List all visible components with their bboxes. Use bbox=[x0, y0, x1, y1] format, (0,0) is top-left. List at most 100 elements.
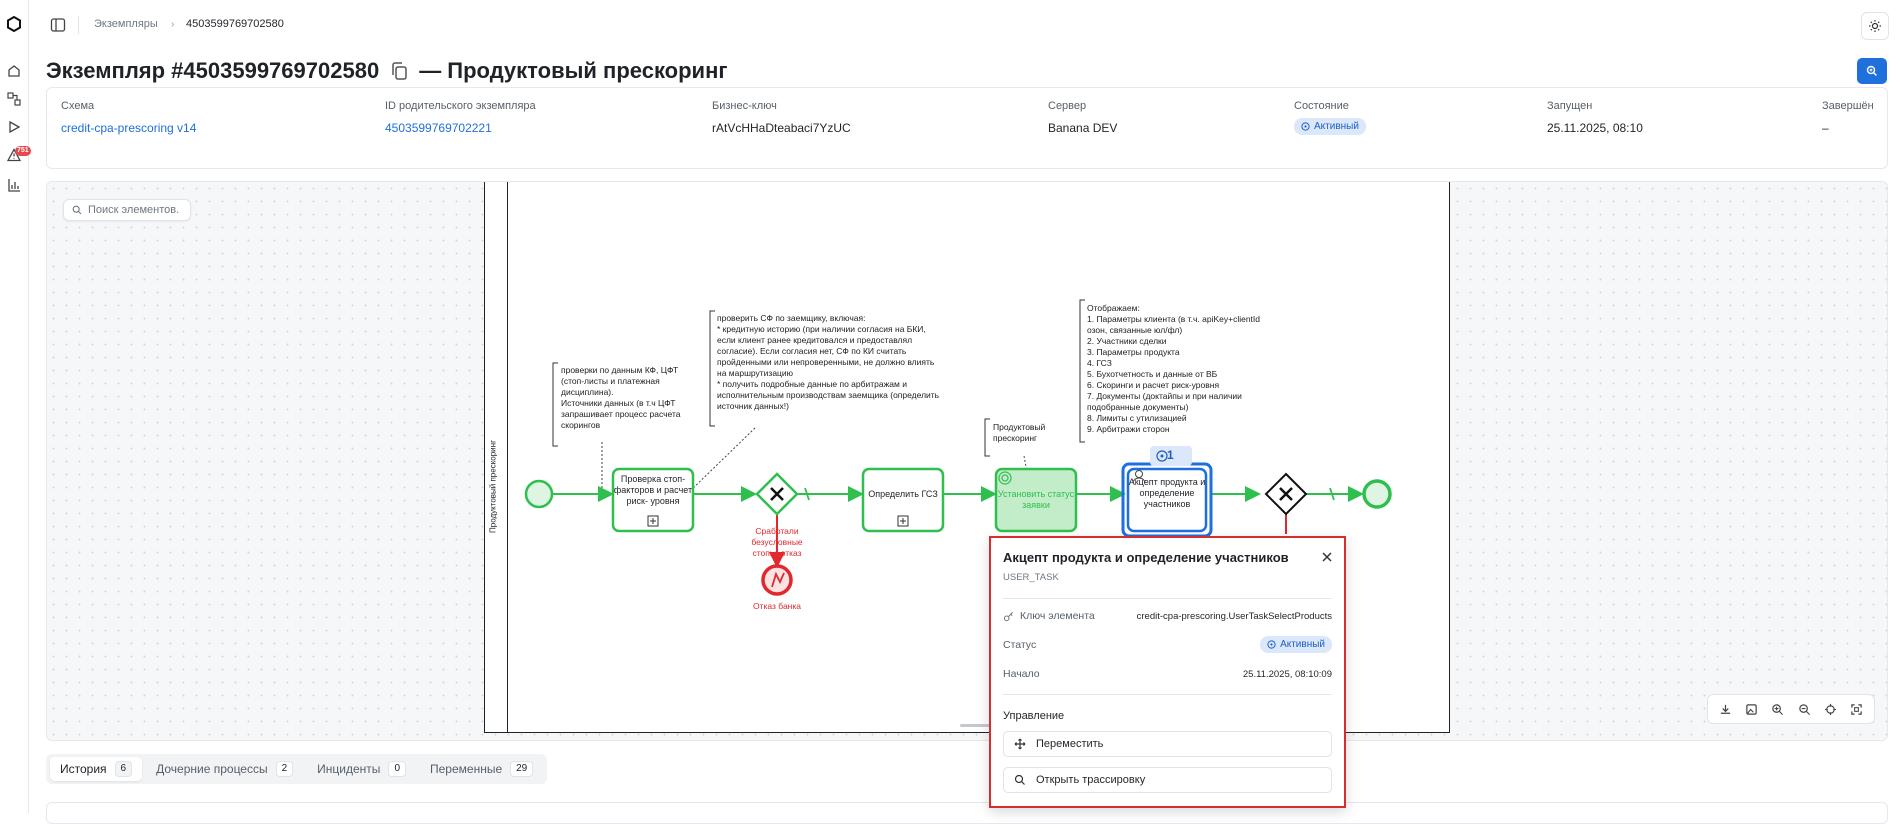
open-trace-button[interactable]: Открыть трассировку bbox=[1003, 767, 1332, 793]
info-business-key-value: rAtVcHHaDteabaci7YzUC bbox=[712, 121, 851, 135]
popup-status-text: Активный bbox=[1280, 639, 1325, 650]
bpmn-diagram bbox=[524, 299, 1392, 727]
theme-toggle-button[interactable] bbox=[1861, 12, 1889, 40]
trace-search-icon bbox=[1014, 774, 1025, 785]
bpmn-canvas[interactable]: Поиск элементов. Продуктовый прескоринг bbox=[46, 181, 1888, 741]
play-icon[interactable] bbox=[5, 118, 23, 136]
tab-variables[interactable]: Переменные 29 bbox=[420, 757, 543, 781]
active-status-icon bbox=[1301, 122, 1310, 131]
image-export-icon[interactable] bbox=[1742, 700, 1760, 718]
info-started-label: Запущен bbox=[1547, 100, 1593, 112]
active-status-icon bbox=[1267, 640, 1276, 649]
info-state-label: Состояние bbox=[1294, 100, 1349, 112]
panel-toggle-icon[interactable] bbox=[50, 17, 66, 33]
info-schema-label: Схема bbox=[61, 100, 95, 112]
popup-title: Акцепт продукта и определение участников bbox=[1003, 550, 1289, 565]
info-schema: Схема credit-cpa-prescoring v14 bbox=[61, 100, 196, 135]
annotation-bracket bbox=[1079, 299, 1085, 443]
info-finished-value: – bbox=[1822, 121, 1829, 135]
open-trace-label: Открыть трассировку bbox=[1036, 774, 1146, 786]
task-label: Установить статус заявки bbox=[997, 489, 1075, 510]
annotation-bracket bbox=[984, 418, 990, 457]
annotation-text: Отображаем: 1. Параметры клиента (в т.ч.… bbox=[1087, 303, 1261, 434]
canvas-toolbar bbox=[1707, 694, 1875, 724]
page-title-process-name: — Продуктовый прескоринг bbox=[419, 58, 728, 83]
popup-key-row: Ключ элемента credit-cpa-prescoring.User… bbox=[1003, 610, 1332, 622]
tab-label: Инциденты bbox=[317, 762, 381, 776]
info-server-value: Banana DEV bbox=[1048, 121, 1118, 135]
task-label: Акцепт продукта и определение участников bbox=[1128, 477, 1206, 509]
search-button[interactable] bbox=[1857, 58, 1887, 84]
close-icon[interactable] bbox=[1320, 550, 1334, 564]
fit-view-icon[interactable] bbox=[1848, 700, 1866, 718]
tab-count: 2 bbox=[275, 761, 294, 777]
info-parent-id: ID родительского экземпляра 450359976970… bbox=[385, 100, 536, 135]
tab-label: Дочерние процессы bbox=[156, 762, 268, 776]
info-parent-id-link[interactable]: 4503599769702221 bbox=[385, 121, 536, 135]
divider bbox=[1003, 598, 1332, 599]
tab-child-processes[interactable]: Дочерние процессы 2 bbox=[146, 757, 303, 781]
annotation-bracket bbox=[709, 310, 715, 427]
popup-status-row: Статус Активный bbox=[1003, 636, 1332, 653]
download-icon[interactable] bbox=[1716, 700, 1734, 718]
annotation-connector bbox=[686, 427, 756, 495]
popup-start-value: 25.11.2025, 08:10:09 bbox=[1242, 668, 1332, 680]
info-schema-link[interactable]: credit-cpa-prescoring v14 bbox=[61, 121, 196, 135]
sidebar: 751 bbox=[0, 0, 31, 813]
search-icon bbox=[1866, 65, 1877, 76]
home-icon[interactable] bbox=[5, 62, 23, 80]
process-schema-icon[interactable] bbox=[5, 90, 23, 108]
info-state: Состояние Активный bbox=[1294, 100, 1366, 135]
key-icon bbox=[1003, 611, 1013, 621]
flow-condition-label: Сработали безусловные стопы, отказ bbox=[751, 526, 803, 558]
divider bbox=[1003, 694, 1332, 695]
task-label: Определить ГСЗ bbox=[868, 489, 938, 499]
popup-start-row: Начало 25.11.2025, 08:10:09 bbox=[1003, 668, 1332, 680]
tab-count: 29 bbox=[510, 761, 534, 777]
task-label: Проверка стоп-факторов и расчет риск- ур… bbox=[613, 474, 693, 506]
copy-id-icon[interactable] bbox=[389, 61, 409, 81]
top-bar: Экземпляры › 4503599769702580 bbox=[28, 0, 1901, 50]
popup-start-label: Начало bbox=[1003, 668, 1040, 680]
info-finished: Завершён – bbox=[1822, 100, 1874, 135]
annotation-text: Продуктовый прескоринг bbox=[993, 422, 1046, 443]
annotation-text: проверить СФ по заемщику, включая: * кре… bbox=[717, 313, 940, 411]
tab-label: Переменные bbox=[430, 762, 503, 776]
incident-count-badge: 751 bbox=[15, 146, 31, 156]
info-business-key-label: Бизнес-ключ bbox=[712, 100, 777, 112]
info-server: Сервер Banana DEV bbox=[1048, 100, 1117, 135]
info-parent-id-label: ID родительского экземпляра bbox=[385, 100, 536, 112]
move-token-button[interactable]: Переместить bbox=[1003, 731, 1332, 757]
breadcrumb-parent-link[interactable]: Экземпляры bbox=[94, 18, 158, 30]
info-business-key: Бизнес-ключ rAtVcHHaDteabaci7YzUC bbox=[712, 100, 851, 135]
start-event bbox=[524, 479, 554, 509]
error-end-label: Отказ банка bbox=[752, 601, 802, 611]
instance-info-card: Схема credit-cpa-prescoring v14 ID родит… bbox=[46, 87, 1888, 169]
info-finished-label: Завершён bbox=[1822, 100, 1874, 112]
logo-icon[interactable] bbox=[5, 15, 23, 33]
popup-manage-heading: Управление bbox=[1003, 710, 1065, 722]
end-event bbox=[1362, 479, 1392, 509]
annotation-text: проверки по данным КФ, ЦФТ (стоп-листы и… bbox=[561, 365, 681, 430]
info-server-label: Сервер bbox=[1048, 100, 1087, 112]
analytics-icon[interactable] bbox=[5, 176, 23, 194]
popup-key-label: Ключ элемента bbox=[1020, 610, 1095, 622]
active-token-count: 1 bbox=[1167, 448, 1174, 462]
info-started-value: 25.11.2025, 08:10 bbox=[1547, 121, 1643, 135]
annotation-bracket bbox=[552, 362, 558, 447]
popup-status-badge: Активный bbox=[1260, 636, 1332, 653]
tab-history[interactable]: История 6 bbox=[50, 757, 143, 781]
element-details-popup: Акцепт продукта и определение участников… bbox=[989, 536, 1346, 808]
center-view-icon[interactable] bbox=[1821, 700, 1839, 718]
popup-element-type: USER_TASK bbox=[1003, 572, 1059, 583]
zoom-in-icon[interactable] bbox=[1769, 700, 1787, 718]
move-icon bbox=[1014, 738, 1026, 750]
page-title: Экземпляр #4503599769702580 — Продуктовы… bbox=[46, 58, 728, 84]
popup-key-value: credit-cpa-prescoring.UserTaskSelectProd… bbox=[1136, 610, 1332, 622]
tab-label: История bbox=[60, 762, 107, 776]
state-status-badge: Активный bbox=[1294, 118, 1366, 135]
zoom-out-icon[interactable] bbox=[1795, 700, 1813, 718]
state-status-text: Активный bbox=[1314, 121, 1359, 132]
popup-status-label: Статус bbox=[1003, 638, 1037, 651]
tab-incidents[interactable]: Инциденты 0 bbox=[307, 757, 416, 781]
